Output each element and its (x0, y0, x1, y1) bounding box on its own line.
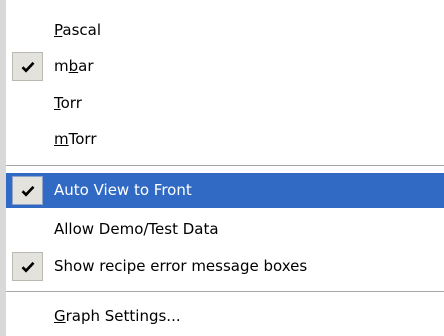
mnemonic-letter: T (54, 94, 61, 112)
mnemonic-letter: m (54, 130, 69, 148)
menu-item-pascal[interactable]: Pascal (6, 13, 444, 48)
check-slot-mtorr (12, 125, 43, 154)
checkmark-icon (12, 252, 43, 281)
menu-item-label-torr: Torr (54, 94, 82, 112)
menu-item-label-pascal: Pascal (54, 21, 101, 39)
menu-item-label-show-recipe-error: Show recipe error message boxes (54, 257, 308, 275)
check-slot-allow-demo (12, 215, 43, 244)
checkmark-icon (12, 52, 43, 81)
menu-item-mtorr[interactable]: mTorr (6, 122, 444, 157)
menu-item-show-recipe-error-message-boxes[interactable]: Show recipe error message boxes (6, 249, 444, 284)
menu-item-label-allow-demo-test-data: Allow Demo/Test Data (54, 220, 219, 238)
menu-item-graph-settings[interactable]: Graph Settings... (6, 299, 444, 334)
menu-item-label-mbar: mbar (54, 57, 94, 75)
checkmark-icon (12, 176, 43, 205)
menu-item-label-mtorr: mTorr (54, 130, 97, 148)
menu-item-allow-demo-test-data[interactable]: Allow Demo/Test Data (6, 212, 444, 247)
menu-separator (6, 291, 444, 292)
menu-item-mbar[interactable]: mbar (6, 49, 444, 84)
menu-item-torr[interactable]: Torr (6, 86, 444, 121)
check-slot-torr (12, 89, 43, 118)
mnemonic-letter: G (54, 307, 66, 325)
mnemonic-letter: b (68, 57, 79, 75)
context-menu: Pascal mbar Torr mTorr Auto View to Fron… (0, 0, 444, 336)
menu-separator (6, 165, 444, 166)
menu-item-label-graph-settings: Graph Settings... (54, 307, 181, 325)
check-slot-graph-settings (12, 302, 43, 331)
menu-item-auto-view-to-front[interactable]: Auto View to Front (6, 173, 444, 208)
menu-item-label-auto-view-to-front: Auto View to Front (54, 181, 192, 199)
check-slot-pascal (12, 16, 43, 45)
